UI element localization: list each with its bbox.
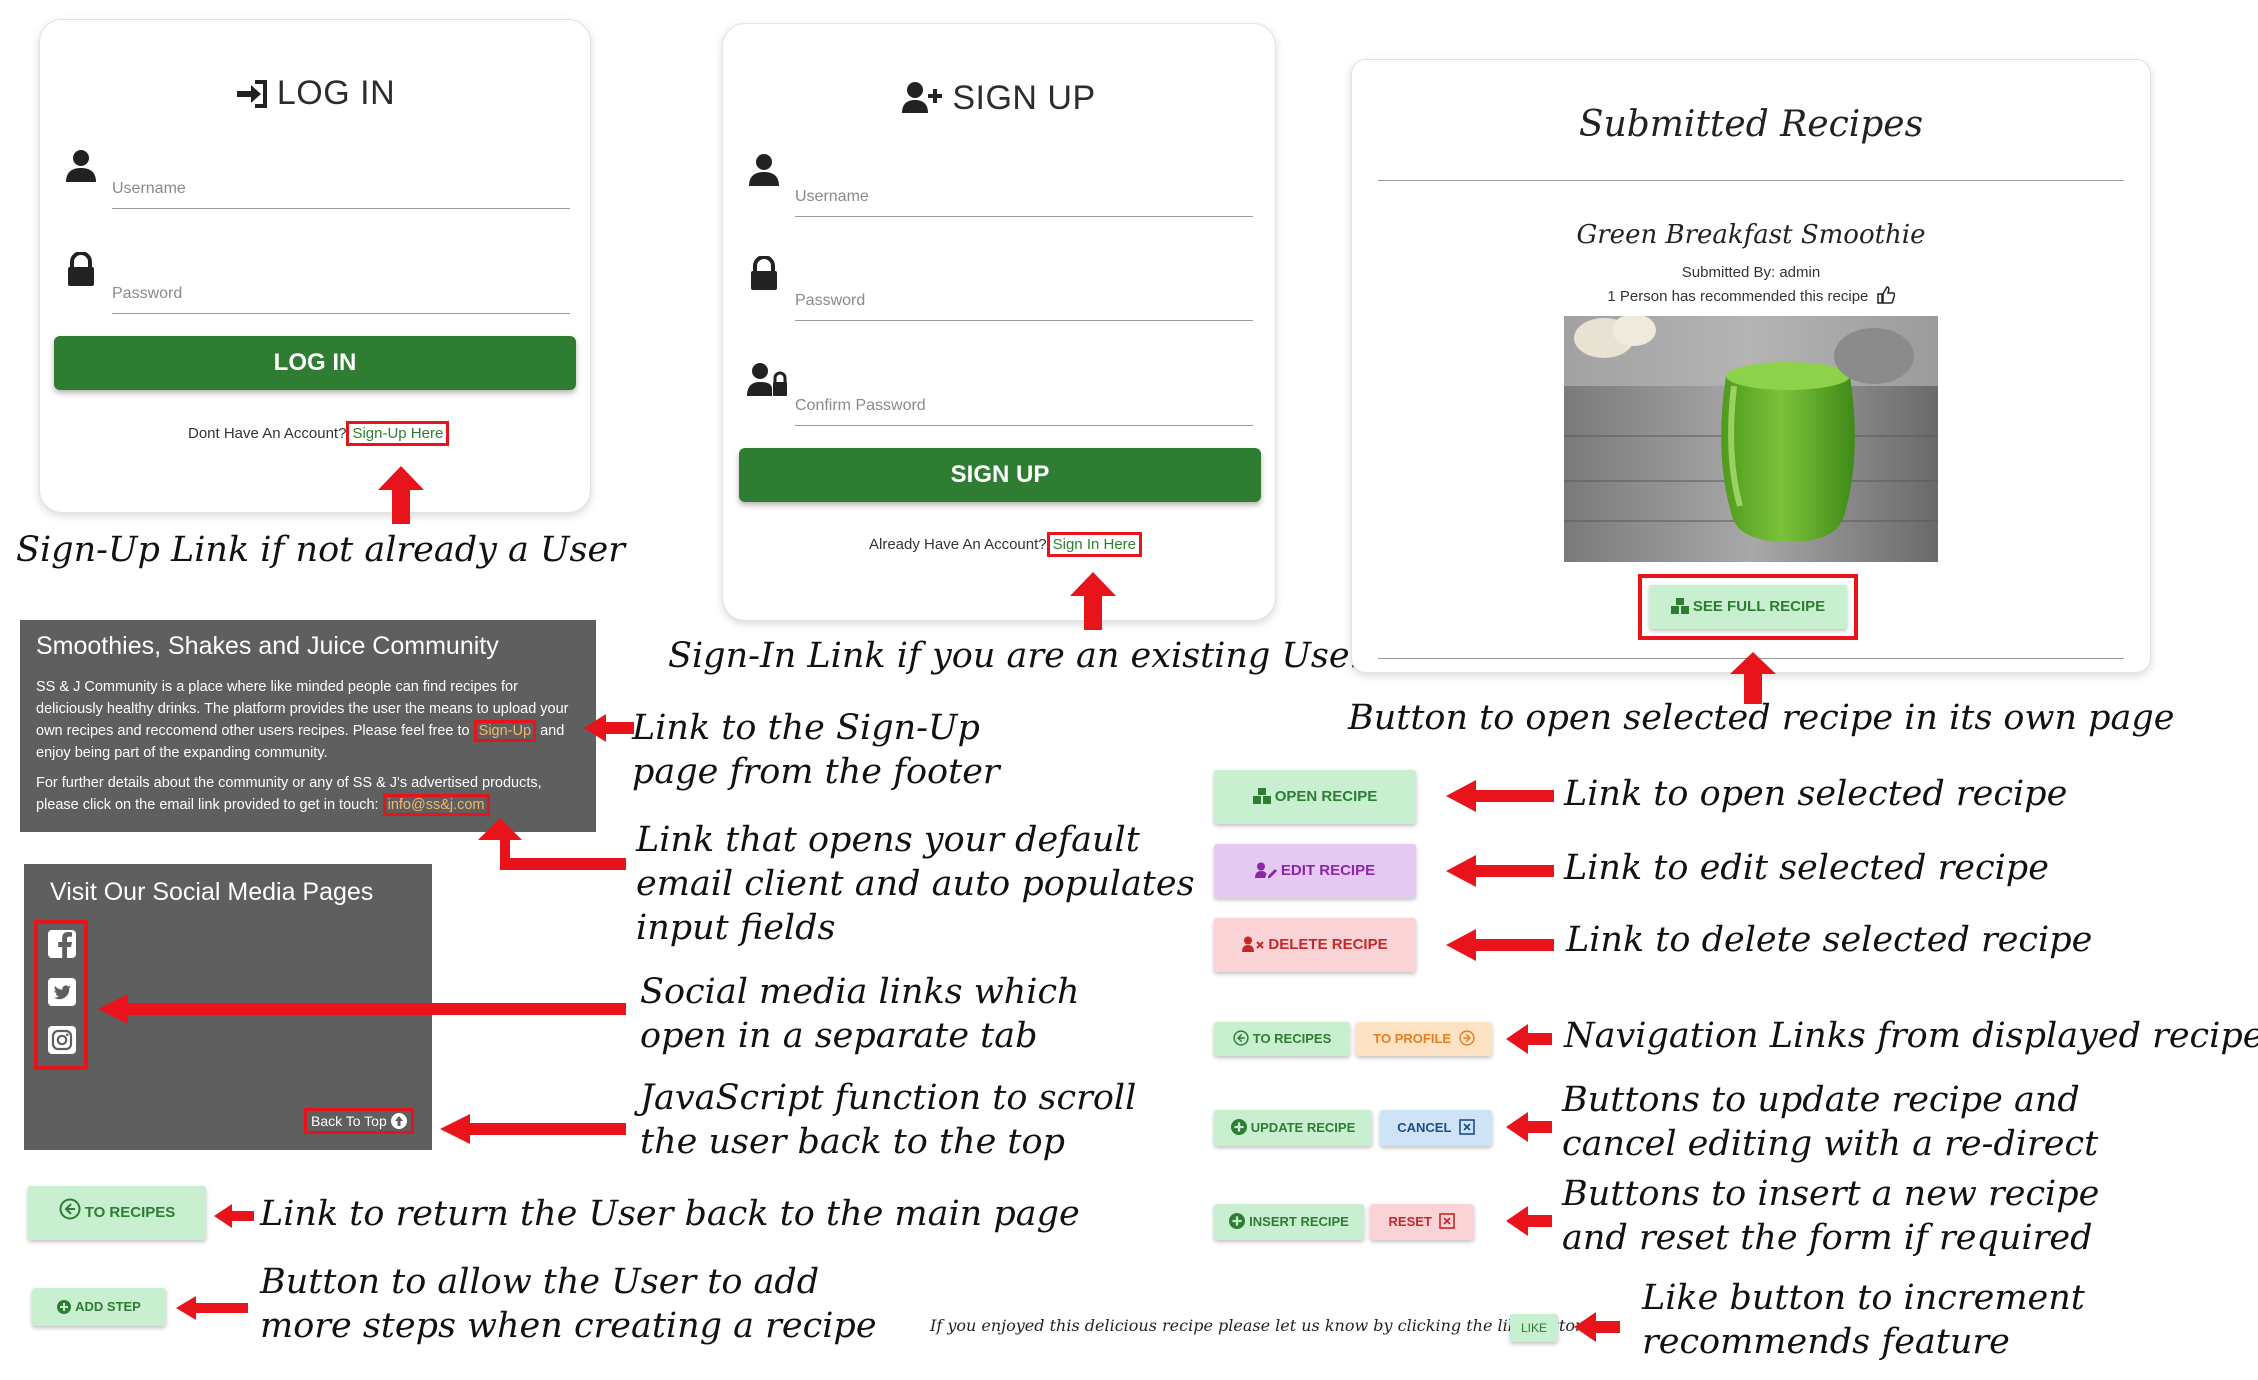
annotation-signup-link: Sign-Up Link if not already a User xyxy=(16,530,625,570)
recipes-title: Submitted Recipes xyxy=(1578,104,1924,145)
arrow-circle-left-icon xyxy=(59,1198,81,1220)
close-square-icon xyxy=(1458,1119,1475,1135)
arrow-left-icon xyxy=(1574,1312,1620,1342)
annotation-social: Social media links which open in a separ… xyxy=(640,972,1080,1056)
open-recipe-button[interactable]: OPEN RECIPE xyxy=(1214,770,1416,824)
plus-circle-icon xyxy=(1230,1119,1247,1135)
boxes-icon xyxy=(1252,788,1271,804)
edit-recipe-button[interactable]: EDIT RECIPE xyxy=(1214,844,1416,898)
annotation-see-full: Button to open selected recipe in its ow… xyxy=(1348,698,2175,738)
add-step-button[interactable]: ADD STEP xyxy=(32,1288,166,1326)
thumbs-up-icon xyxy=(1876,286,1895,304)
login-title: LOG IN xyxy=(40,74,590,113)
close-square-icon xyxy=(1439,1213,1456,1229)
to-recipes-button[interactable]: TO RECIPES xyxy=(28,1186,206,1240)
like-text: If you enjoyed this delicious recipe ple… xyxy=(930,1316,1586,1335)
user-plus-icon xyxy=(902,82,943,113)
nav-to-profile-button[interactable]: TO PROFILE xyxy=(1356,1022,1492,1056)
annotation-like: Like button to increment recommends feat… xyxy=(1642,1278,2085,1362)
password-input[interactable]: Password xyxy=(112,255,570,314)
arrow-left-icon xyxy=(1506,1206,1552,1236)
arrow-circle-right-icon xyxy=(1459,1030,1475,1046)
username-input[interactable]: Username xyxy=(112,150,570,209)
signin-link[interactable]: Sign In Here xyxy=(1046,532,1143,557)
back-to-top-button[interactable]: Back To Top xyxy=(304,1108,414,1134)
user-times-icon xyxy=(1242,936,1265,952)
lock-icon xyxy=(68,252,94,286)
arrow-left-icon xyxy=(440,1114,626,1144)
annotation-delete: Link to delete selected recipe xyxy=(1566,920,2093,960)
arrow-left-icon xyxy=(98,994,626,1024)
user-icon xyxy=(749,154,779,186)
insert-recipe-button[interactable]: INSERT RECIPE xyxy=(1214,1204,1364,1240)
annotation-edit: Link to edit selected recipe xyxy=(1564,848,2049,888)
lock-icon xyxy=(751,256,777,290)
nav-to-recipes-button[interactable]: TO RECIPES xyxy=(1214,1022,1350,1056)
arrow-elbow-icon xyxy=(478,818,626,870)
plus-circle-icon xyxy=(57,1300,72,1314)
login-footer: Dont Have An Account? Sign-Up Here xyxy=(188,421,450,446)
signup-footer: Already Have An Account? Sign In Here xyxy=(869,532,1143,557)
annotation-to-recipes: Link to return the User back to the main… xyxy=(260,1194,1080,1234)
arrow-left-icon xyxy=(1446,780,1554,812)
annotation-scroll: JavaScript function to scroll the user b… xyxy=(640,1078,1137,1162)
annotation-update: Buttons to update recipe and cancel edit… xyxy=(1562,1080,2099,1164)
annotation-nav: Navigation Links from displayed recipe xyxy=(1564,1016,2258,1056)
login-card: LOG IN Username Password LOG IN Dont Hav… xyxy=(40,20,590,512)
arrow-circle-up-icon xyxy=(390,1113,407,1129)
community-para2: For further details about the community … xyxy=(36,772,580,816)
arrow-up-icon xyxy=(1070,572,1116,630)
recommend-line: 1 Person has recommended this recipe xyxy=(1352,286,2150,305)
arrow-left-icon xyxy=(584,714,634,742)
signup-button[interactable]: SIGN UP xyxy=(739,448,1261,502)
email-link[interactable]: info@ss&j.com xyxy=(382,794,490,816)
arrow-left-icon xyxy=(214,1204,254,1228)
annotation-footer-signup: Link to the Sign-Up page from the footer xyxy=(632,708,1000,792)
annotation-email: Link that opens your default email clien… xyxy=(636,820,1195,948)
confirm-password-input[interactable]: Confirm Password xyxy=(795,367,1253,426)
twitter-icon[interactable] xyxy=(48,978,76,1006)
update-recipe-button[interactable]: UPDATE RECIPE xyxy=(1214,1110,1372,1146)
plus-circle-icon xyxy=(1229,1213,1246,1229)
recipe-name: Green Breakfast Smoothie xyxy=(1576,220,1926,250)
community-para1: SS & J Community is a place where like m… xyxy=(36,679,569,761)
like-button[interactable]: LIKE xyxy=(1510,1314,1558,1342)
login-button[interactable]: LOG IN xyxy=(54,336,576,390)
social-title: Visit Our Social Media Pages xyxy=(50,878,374,906)
cancel-button[interactable]: CANCEL xyxy=(1380,1110,1492,1146)
community-footer: Smoothies, Shakes and Juice Community SS… xyxy=(20,620,596,832)
arrow-left-icon xyxy=(1446,929,1554,961)
boxes-icon xyxy=(1670,598,1689,614)
signup-username-input[interactable]: Username xyxy=(795,158,1253,217)
signup-card: SIGN UP Username Password Confirm Passwo… xyxy=(723,24,1275,620)
recipes-card: Submitted Recipes Green Breakfast Smooth… xyxy=(1352,60,2150,672)
delete-recipe-button[interactable]: DELETE RECIPE xyxy=(1214,918,1416,972)
arrow-left-icon xyxy=(1506,1024,1552,1054)
annotation-insert: Buttons to insert a new recipe and reset… xyxy=(1562,1174,2100,1258)
arrow-left-icon xyxy=(1446,855,1554,887)
user-lock-icon xyxy=(747,363,787,396)
facebook-icon[interactable] xyxy=(48,930,76,958)
arrow-left-icon xyxy=(1506,1112,1552,1142)
signup-title: SIGN UP xyxy=(723,79,1275,118)
signup-link[interactable]: Sign-Up Here xyxy=(346,421,450,446)
see-full-recipe-button[interactable]: SEE FULL RECIPE xyxy=(1649,585,1847,629)
user-edit-icon xyxy=(1254,862,1277,878)
arrow-left-icon xyxy=(176,1296,248,1320)
signup-password-input[interactable]: Password xyxy=(795,262,1253,321)
instagram-icon[interactable] xyxy=(48,1026,76,1054)
reset-button[interactable]: RESET xyxy=(1370,1204,1474,1240)
annotation-add-step: Button to allow the User to add more ste… xyxy=(260,1262,877,1346)
smoothie-image xyxy=(1564,316,1938,562)
arrow-circle-left-icon xyxy=(1233,1030,1249,1046)
user-icon xyxy=(66,150,96,182)
arrow-up-icon xyxy=(378,466,424,524)
annotation-signin-link: Sign-In Link if you are an existing User xyxy=(668,636,1367,676)
footer-signup-link[interactable]: Sign-Up xyxy=(473,720,537,742)
sign-in-icon xyxy=(236,80,267,108)
community-title: Smoothies, Shakes and Juice Community xyxy=(36,632,499,660)
recipes-divider xyxy=(1378,180,2124,181)
annotation-open: Link to open selected recipe xyxy=(1564,774,2068,814)
submitted-by: Submitted By: admin xyxy=(1681,264,1821,281)
